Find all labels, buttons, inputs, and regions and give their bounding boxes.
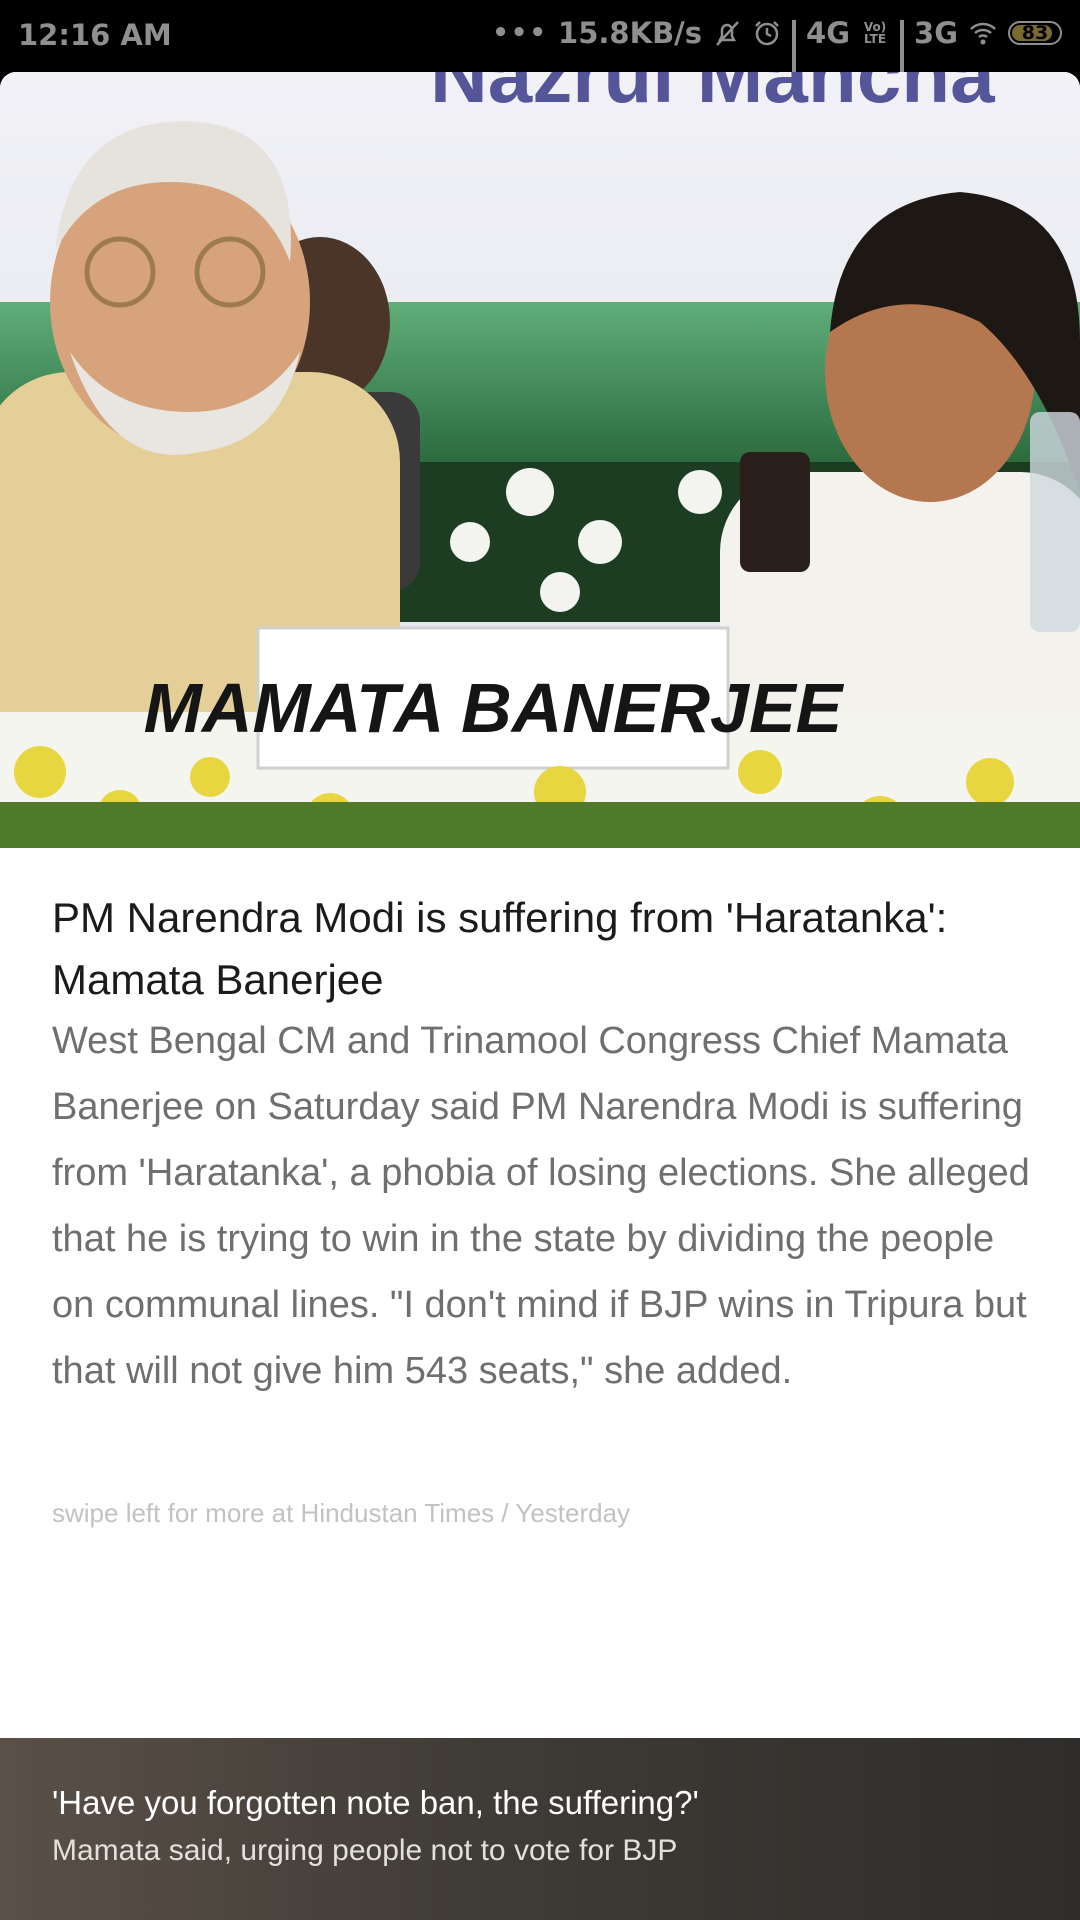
footer-title: 'Have you forgotten note ban, the suffer…	[52, 1784, 699, 1821]
related-story-footer[interactable]: 'Have you forgotten note ban, the suffer…	[0, 1738, 1080, 1920]
status-icons: ••• 15.8KB/s 4G Vo) LTE 3G 83	[492, 16, 1062, 100]
signal-icon-2	[900, 20, 905, 100]
status-bar: 12:16 AM ••• 15.8KB/s 4G Vo) LTE 3G 83	[0, 0, 1080, 100]
network-type-1: 4G	[806, 16, 851, 50]
signal-icon	[792, 20, 797, 100]
network-speed: 15.8KB/s	[558, 16, 703, 50]
network-type-2: 3G	[914, 16, 958, 50]
battery-level: 83	[1021, 22, 1049, 44]
wifi-icon	[970, 22, 996, 45]
battery-icon: 83	[1008, 21, 1062, 45]
article-headline: PM Narendra Modi is suffering from 'Hara…	[52, 894, 948, 1003]
news-photo-illustration: Nazrul Mancha MAMATA BANERJEE	[0, 72, 1080, 848]
footer-subtitle: Mamata said, urging people not to vote f…	[52, 1834, 678, 1867]
news-photo[interactable]: Nazrul Mancha MAMATA BANERJEE	[0, 72, 1080, 848]
status-time: 12:16 AM	[18, 18, 172, 52]
news-card[interactable]: Nazrul Mancha MAMATA BANERJEE PM Narendr…	[0, 72, 1080, 1920]
source-attribution[interactable]: swipe left for more at Hindustan Times /…	[52, 1498, 630, 1529]
article-summary: West Bengal CM and Trinamool Congress Ch…	[52, 1020, 1030, 1392]
mute-bell-icon	[716, 21, 739, 46]
alarm-icon	[755, 21, 779, 46]
more-notifications-icon: •••	[492, 18, 549, 48]
volte-indicator: Vo) LTE	[863, 20, 887, 46]
nameplate-text: MAMATA BANERJEE	[144, 669, 845, 747]
banner-text: Nazrul Mancha	[430, 72, 995, 119]
